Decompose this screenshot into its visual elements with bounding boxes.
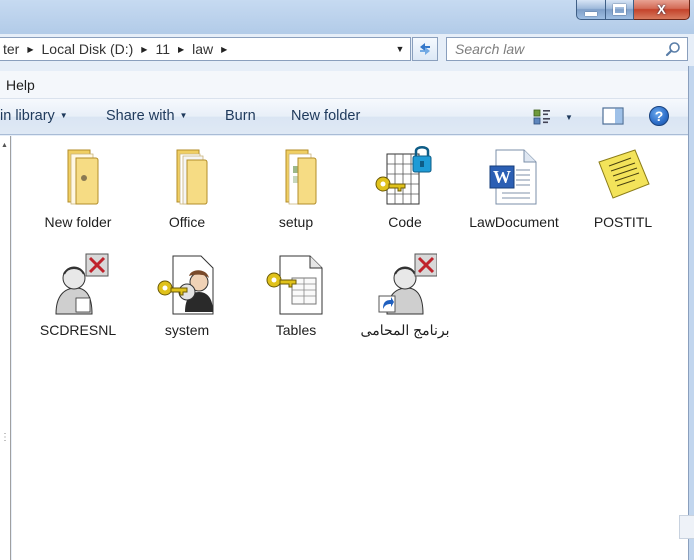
maximize-button[interactable] — [606, 0, 634, 20]
file-name: setup — [278, 214, 314, 230]
maximize-icon — [613, 4, 626, 15]
breadcrumb-local-disk[interactable]: Local Disk (D:) — [39, 41, 137, 57]
refresh-button[interactable] — [412, 37, 438, 61]
breadcrumb-arrow-icon[interactable]: ▶ — [22, 45, 38, 54]
sticky-note-icon — [598, 149, 650, 199]
search-box[interactable] — [446, 37, 688, 61]
folder-icon — [67, 149, 99, 205]
search-icon[interactable] — [665, 41, 681, 57]
change-view-button[interactable]: ▼ — [533, 107, 579, 127]
help-button[interactable]: ? — [649, 106, 669, 126]
file-item-lawdocument[interactable]: W LawDocument — [464, 144, 564, 232]
chevron-down-icon: ▼ — [59, 111, 68, 120]
splitter-grip-icon[interactable]: ⋮ — [0, 432, 10, 443]
access-module-locked-icon — [375, 146, 432, 205]
command-bar: in library ▼ Share with ▼ Burn New folder … — [0, 99, 688, 135]
file-name: system — [164, 322, 210, 338]
close-icon: X — [657, 2, 666, 17]
caption-buttons: X — [576, 0, 690, 20]
search-input[interactable] — [455, 41, 655, 57]
preview-pane-button[interactable] — [602, 107, 624, 125]
file-name: Code — [388, 214, 422, 230]
file-name: Tables — [275, 322, 317, 338]
include-in-library-label: in library — [0, 108, 55, 124]
new-folder-button[interactable]: New folder — [291, 108, 360, 124]
folder-icon — [285, 149, 317, 205]
include-in-library-button[interactable]: in library ▼ — [0, 108, 68, 124]
file-name: POSTITL — [593, 214, 653, 230]
share-with-button[interactable]: Share with ▼ — [106, 108, 187, 124]
navigation-pane-edge[interactable]: ▲ ⋮ — [0, 136, 11, 560]
access-database-icon — [266, 255, 323, 315]
breadcrumb-computer[interactable]: ter — [0, 41, 22, 57]
file-item-postitl[interactable]: POSTITL — [573, 144, 673, 232]
minimize-button[interactable] — [576, 0, 606, 20]
scroll-corner — [679, 515, 694, 539]
burn-button[interactable]: Burn — [225, 108, 256, 124]
window-titlebar[interactable]: X — [0, 0, 694, 34]
breadcrumb-arrow-icon[interactable]: ▶ — [136, 45, 152, 54]
file-item-office[interactable]: Office — [137, 144, 237, 232]
file-name: LawDocument — [469, 214, 559, 230]
folder-icon — [176, 149, 208, 205]
breadcrumb-law[interactable]: law — [189, 41, 216, 57]
share-with-label: Share with — [106, 108, 175, 124]
file-item-code[interactable]: Code — [355, 144, 455, 232]
access-report-shortcut-icon — [378, 253, 437, 315]
minimize-icon — [585, 11, 597, 16]
address-bar[interactable]: ter ▶ Local Disk (D:) ▶ 11 ▶ law ▶ ▼ — [0, 37, 411, 61]
file-list-view[interactable]: New folder Office setup Code W LawDocume… — [12, 136, 688, 560]
file-name: New folder — [44, 214, 112, 230]
access-workgroup-icon — [157, 255, 214, 315]
breadcrumb-arrow-icon[interactable]: ▶ — [173, 45, 189, 54]
file-name: Office — [168, 214, 206, 230]
close-button[interactable]: X — [634, 0, 690, 20]
breadcrumb-arrow-icon[interactable]: ▶ — [216, 45, 232, 54]
file-item-setup[interactable]: setup — [246, 144, 346, 232]
views-icon — [533, 109, 550, 125]
access-report-icon — [55, 253, 109, 315]
breadcrumb-11[interactable]: 11 — [152, 41, 173, 57]
menu-help[interactable]: Help — [0, 77, 41, 93]
file-item-tables[interactable]: Tables — [246, 252, 346, 340]
views-dropdown-icon[interactable]: ▼ — [565, 113, 573, 122]
svg-text:W: W — [493, 167, 511, 187]
address-dropdown-icon[interactable]: ▼ — [390, 38, 410, 60]
word-document-icon: W — [489, 149, 537, 205]
file-item-system[interactable]: system — [137, 252, 237, 340]
window-right-border — [688, 66, 694, 560]
chevron-down-icon: ▼ — [179, 111, 188, 120]
file-name: SCDRESNL — [39, 322, 117, 338]
scroll-up-icon[interactable]: ▲ — [1, 142, 8, 149]
file-item-scdresnl[interactable]: SCDRESNL — [28, 252, 128, 340]
file-item-lawyer-program-shortcut[interactable]: برنامج المحامى — [355, 252, 455, 340]
file-item-new-folder[interactable]: New folder — [28, 144, 128, 232]
refresh-icon — [420, 43, 430, 55]
menu-bar: Help — [0, 71, 688, 99]
file-name: برنامج المحامى — [360, 322, 450, 338]
